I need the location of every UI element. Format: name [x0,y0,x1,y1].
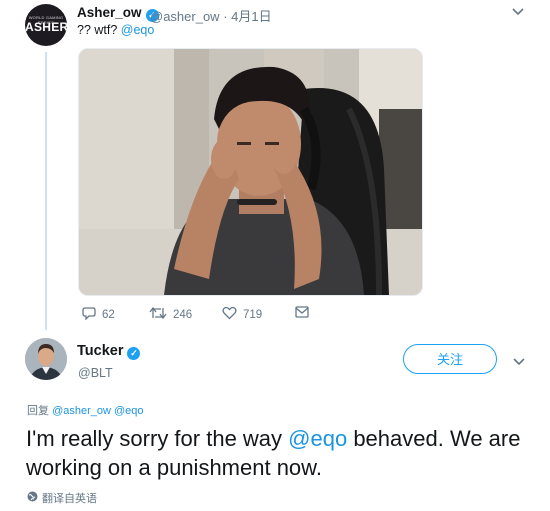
verified-badge-icon: ✓ [127,347,141,360]
reply-count: 62 [102,308,115,321]
reply-author-handle[interactable]: @BLT [78,366,113,380]
message-action[interactable] [295,306,309,321]
translate-label: 翻译自英语 [42,493,97,505]
reply-author-name-text: Tucker [77,343,124,359]
retweet-icon [149,306,167,323]
reply-author-name[interactable]: Tucker ✓ [77,343,141,360]
chevron-down-icon[interactable] [512,5,524,19]
author-handle-date: @asher_ow · 4月1日 [150,6,272,25]
reply-tweet-text: I'm really sorry for the way @eqo behave… [26,424,536,482]
message-icon [295,306,309,321]
chevron-down-icon[interactable] [513,355,525,369]
avatar-asher[interactable]: WORLD GAMING SERIES ASHER [25,4,67,46]
retweet-count: 246 [173,308,193,321]
replying-to-mentions[interactable]: @asher_ow @eqo [52,405,143,417]
replying-to-label: 回复 [27,405,49,417]
tweet-actions: 62 246 719 [82,306,382,324]
tweet-text: ?? wtf? @eqo [77,23,154,37]
thread-connector-line [44,52,47,330]
avatar-tucker[interactable] [25,338,67,380]
author-handle[interactable]: @asher_ow [150,9,220,24]
reply-text-part1: I'm really sorry for the way [26,426,289,451]
separator-dot: · [223,9,228,24]
author-name-text: Asher_ow [77,5,142,20]
globe-icon [27,491,38,505]
follow-button[interactable]: 关注 [403,344,497,374]
like-count: 719 [243,308,263,321]
tweet-photo[interactable] [78,48,423,296]
author-name[interactable]: Asher_ow ✓ [77,5,159,22]
reply-action[interactable]: 62 [82,306,115,323]
replying-to: 回复 @asher_ow @eqo [27,402,144,418]
like-action[interactable]: 719 [222,306,262,323]
reply-mention-link[interactable]: @eqo [288,426,347,451]
avatar-big-text: ASHER [25,20,67,34]
mention-link[interactable]: @eqo [121,23,155,37]
reply-icon [82,306,96,323]
tweet-date[interactable]: 4月1日 [231,9,271,24]
translate-tweet[interactable]: 翻译自英语 [27,490,97,506]
tweet-text-prefix: ?? wtf? [77,23,121,37]
retweet-action[interactable]: 246 [149,306,192,323]
like-icon [222,306,237,323]
